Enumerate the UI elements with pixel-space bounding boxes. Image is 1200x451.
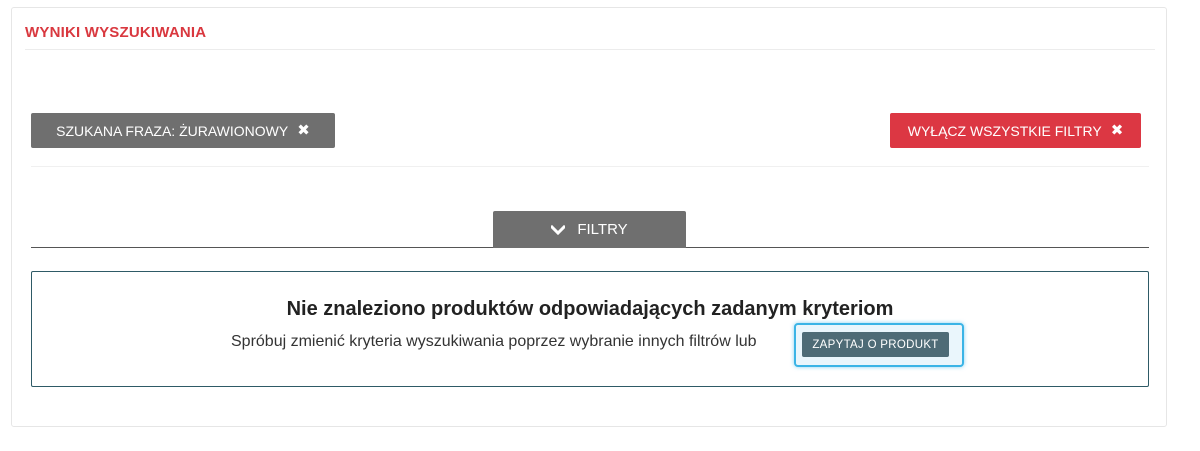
clear-all-filters-button[interactable]: WYŁĄCZ WSZYSTKIE FILTRY ✖: [890, 113, 1141, 148]
ask-about-product-focus-ring: ZAPYTAJ O PRODUKT: [794, 323, 964, 367]
ask-about-product-button[interactable]: ZAPYTAJ O PRODUKT: [802, 332, 949, 357]
chevron-down-icon: [551, 224, 566, 235]
search-phrase-label: SZUKANA FRAZA: ŻURAWIONOWY: [56, 122, 289, 139]
search-phrase-value: ŻURAWIONOWY: [179, 122, 289, 139]
filters-toggle-label: FILTRY: [577, 221, 628, 238]
divider: [31, 166, 1149, 167]
search-phrase-filter-chip[interactable]: SZUKANA FRAZA: ŻURAWIONOWY ✖: [31, 113, 335, 148]
page-title: WYNIKI WYSZUKIWANIA: [25, 24, 207, 41]
close-icon[interactable]: ✖: [297, 123, 310, 138]
clear-all-filters-label: WYŁĄCZ WSZYSTKIE FILTRY: [907, 122, 1102, 139]
filters-toggle-tab[interactable]: FILTRY: [493, 211, 686, 248]
no-results-title: Nie znaleziono produktów odpowiadających…: [286, 298, 894, 320]
search-results-panel: WYNIKI WYSZUKIWANIA SZUKANA FRAZA: ŻURAW…: [11, 7, 1167, 427]
divider: [25, 49, 1155, 50]
no-results-box: Nie znaleziono produktów odpowiadających…: [31, 271, 1149, 387]
close-icon: ✖: [1110, 122, 1124, 139]
no-results-subtitle: Spróbuj zmienić kryteria wyszukiwania po…: [231, 333, 757, 350]
